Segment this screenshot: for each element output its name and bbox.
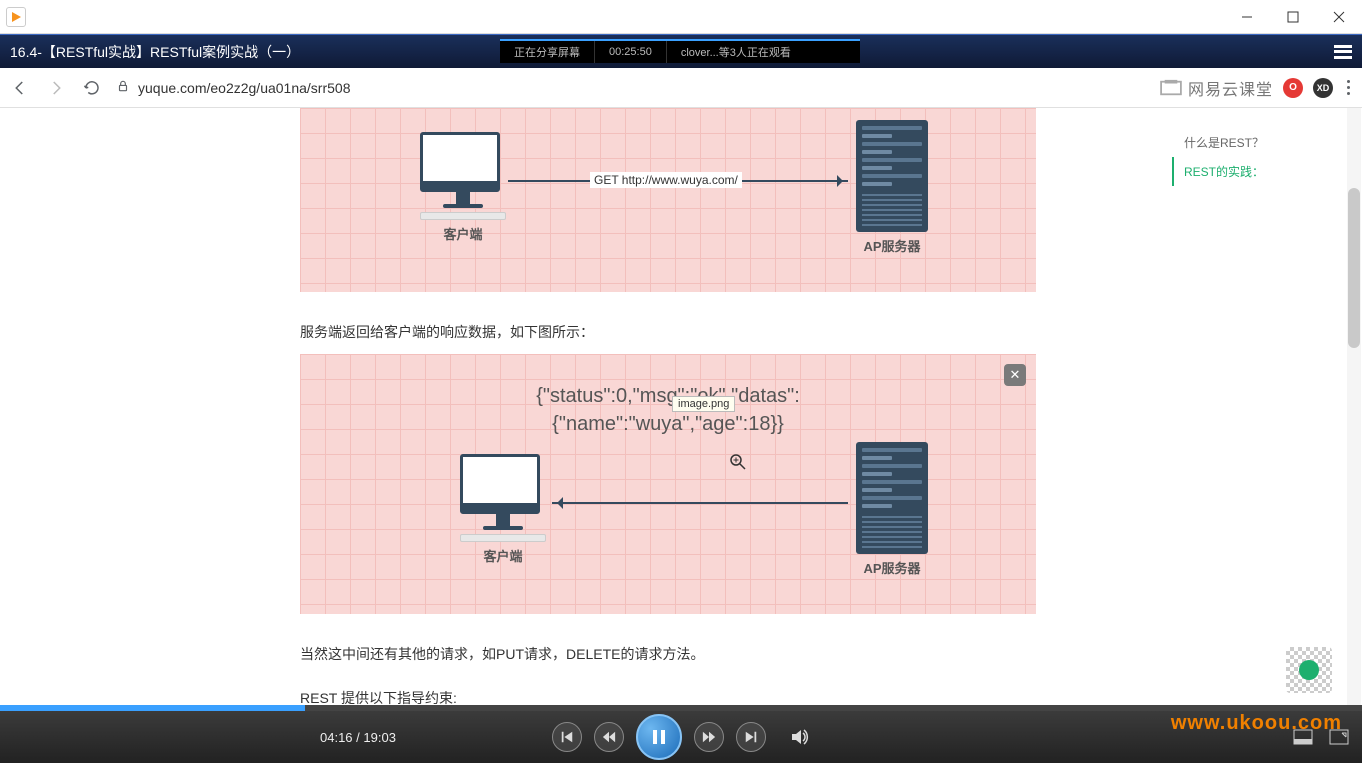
response-arrow xyxy=(552,502,848,504)
address-bar[interactable]: yuque.com/eo2z2g/ua01na/srr508 xyxy=(116,79,1148,96)
window-minimize-button[interactable] xyxy=(1224,0,1270,34)
screen-share-banner: 正在分享屏幕 00:25:50 clover...等3人正在观看 xyxy=(500,39,860,63)
request-arrow-label: GET http://www.wuya.com/ xyxy=(590,172,742,188)
extension-icon-2[interactable]: XD xyxy=(1313,78,1333,98)
window-close-button[interactable] xyxy=(1316,0,1362,34)
watermark-text: www.ukoou.com xyxy=(1171,712,1342,735)
next-chapter-button[interactable] xyxy=(736,722,766,752)
share-viewers: clover...等3人正在观看 xyxy=(667,41,805,63)
server-icon-2: AP服务器 xyxy=(856,442,928,577)
volume-button[interactable] xyxy=(790,727,810,747)
response-json-text: {"status":0,"msg":"ok","datas": {"name":… xyxy=(300,382,1036,438)
browser-toolbar: yuque.com/eo2z2g/ua01na/srr508 网易云课堂 O X… xyxy=(0,68,1362,108)
lock-icon xyxy=(116,79,130,96)
extension-icon-1[interactable]: O xyxy=(1283,78,1303,98)
diagram-request: 客户端 AP服务器 GET http://www.wuya.com/ xyxy=(300,108,1036,292)
video-title: 16.4-【RESTful实战】RESTful案例实战（一） xyxy=(10,42,300,62)
server-label-2: AP服务器 xyxy=(856,558,928,577)
nav-forward-button[interactable] xyxy=(44,76,68,100)
forward-button[interactable] xyxy=(694,722,724,752)
toc-item-2[interactable]: REST的实践： xyxy=(1172,157,1352,186)
ribbon-menu-icon[interactable] xyxy=(1334,45,1352,59)
paragraph-2: 当然这中间还有其他的请求，如PUT请求，DELETE的请求方法。 xyxy=(300,644,1036,664)
rewind-button[interactable] xyxy=(594,722,624,752)
client-label: 客户端 xyxy=(420,224,506,243)
vertical-scrollbar[interactable] xyxy=(1347,108,1361,705)
video-player-bar: 04:16 / 19:03 www.ukoou.com xyxy=(0,705,1362,763)
client-computer-icon-2: 客户端 xyxy=(460,454,546,565)
zoom-cursor-icon xyxy=(730,454,746,470)
nav-back-button[interactable] xyxy=(8,76,32,100)
client-label-2: 客户端 xyxy=(460,546,546,565)
share-status: 正在分享屏幕 xyxy=(500,41,595,63)
app-icon xyxy=(6,7,26,27)
url-text: yuque.com/eo2z2g/ua01na/srr508 xyxy=(138,80,350,96)
image-tooltip: image.png xyxy=(672,396,735,412)
diagram-response[interactable]: ✕ {"status":0,"msg":"ok","datas": {"name… xyxy=(300,354,1036,614)
play-pause-button[interactable] xyxy=(636,714,682,760)
server-label: AP服务器 xyxy=(856,236,928,255)
video-title-bar: 16.4-【RESTful实战】RESTful案例实战（一） 正在分享屏幕 00… xyxy=(0,34,1362,68)
toc-sidebar: 什么是REST？ REST的实践： xyxy=(1162,108,1362,705)
window-titlebar xyxy=(0,0,1362,34)
share-timer: 00:25:50 xyxy=(595,41,667,63)
qr-code-widget[interactable] xyxy=(1286,647,1332,693)
brand-logo: 网易云课堂 xyxy=(1160,76,1273,100)
paragraph-1: 服务端返回给客户端的响应数据，如下图所示： xyxy=(300,322,1036,342)
client-computer-icon: 客户端 xyxy=(420,132,506,243)
playback-time: 04:16 / 19:03 xyxy=(320,730,396,745)
paragraph-3: REST 提供以下指导约束: xyxy=(300,688,1036,705)
page-content: 客户端 AP服务器 GET http://www.wuya.com/ 服务端返回… xyxy=(0,108,1362,705)
scrollbar-thumb[interactable] xyxy=(1348,188,1360,348)
prev-chapter-button[interactable] xyxy=(552,722,582,752)
server-icon: AP服务器 xyxy=(856,120,928,255)
nav-reload-button[interactable] xyxy=(80,76,104,100)
toc-item-1[interactable]: 什么是REST？ xyxy=(1172,128,1352,157)
browser-menu-button[interactable] xyxy=(1343,76,1354,99)
window-maximize-button[interactable] xyxy=(1270,0,1316,34)
